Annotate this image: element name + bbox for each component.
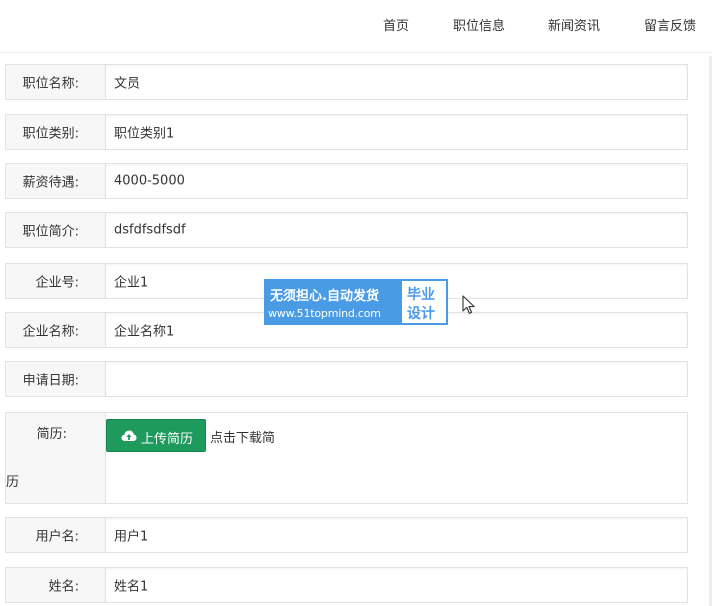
download-resume-link-wrap[interactable]: 历 [6, 471, 19, 490]
row-job-name: 职位名称: 文员 [5, 64, 688, 100]
job-intro-label: 职位简介: [6, 213, 106, 247]
download-resume-link[interactable]: 点击下载简 [210, 427, 275, 446]
name-label: 姓名: [6, 568, 106, 602]
watermark-url: www.51topmind.com [268, 307, 381, 320]
top-nav: 首页 职位信息 新闻资讯 留言反馈 [0, 0, 712, 46]
watermark-right-line1: 毕业 [407, 287, 435, 303]
row-resume: 简历: 上传简历 点击下载简 历 [5, 412, 688, 504]
row-name: 姓名: 姓名1 [5, 567, 688, 603]
job-name-label: 职位名称: [6, 65, 106, 99]
job-intro-field[interactable]: dsfdfsdfsdf [105, 213, 687, 247]
row-username: 用户名: 用户1 [5, 517, 688, 553]
row-apply-date: 申请日期: [5, 361, 688, 397]
apply-date-field[interactable] [105, 362, 687, 396]
username-label: 用户名: [6, 518, 106, 552]
row-job-intro: 职位简介: dsfdfsdfsdf [5, 212, 688, 248]
nav-divider [0, 52, 712, 53]
row-salary: 薪资待遇: 4000-5000 [5, 163, 688, 199]
job-category-label: 职位类别: [6, 115, 106, 149]
watermark-left: 无须担心.自动发货 www.51topmind.com [264, 279, 400, 325]
apply-date-label: 申请日期: [6, 362, 106, 396]
nav-item-feedback[interactable]: 留言反馈 [644, 15, 696, 34]
cloud-upload-icon [121, 430, 137, 441]
nav-item-jobs[interactable]: 职位信息 [453, 15, 505, 34]
salary-label: 薪资待遇: [6, 164, 106, 198]
name-field[interactable]: 姓名1 [105, 568, 687, 602]
salary-field[interactable]: 4000-5000 [105, 164, 687, 198]
watermark-right: 毕业 设计 [400, 279, 448, 325]
upload-resume-button[interactable]: 上传简历 [106, 419, 206, 452]
watermark-badge: 无须担心.自动发货 www.51topmind.com 毕业 设计 [264, 279, 448, 325]
mouse-pointer-icon [462, 295, 475, 314]
job-name-field[interactable]: 文员 [105, 65, 687, 99]
resume-label: 简历: [6, 413, 106, 503]
row-job-category: 职位类别: 职位类别1 [5, 114, 688, 150]
nav-item-news[interactable]: 新闻资讯 [548, 15, 600, 34]
watermark-slogan: 无须担心.自动发货 [270, 289, 379, 304]
company-name-label: 企业名称: [6, 313, 106, 347]
job-category-field[interactable]: 职位类别1 [105, 115, 687, 149]
username-field[interactable]: 用户1 [105, 518, 687, 552]
company-no-label: 企业号: [6, 264, 106, 298]
watermark-right-line2: 设计 [407, 306, 435, 322]
upload-resume-label: 上传简历 [141, 432, 194, 447]
nav-item-home[interactable]: 首页 [383, 15, 409, 34]
